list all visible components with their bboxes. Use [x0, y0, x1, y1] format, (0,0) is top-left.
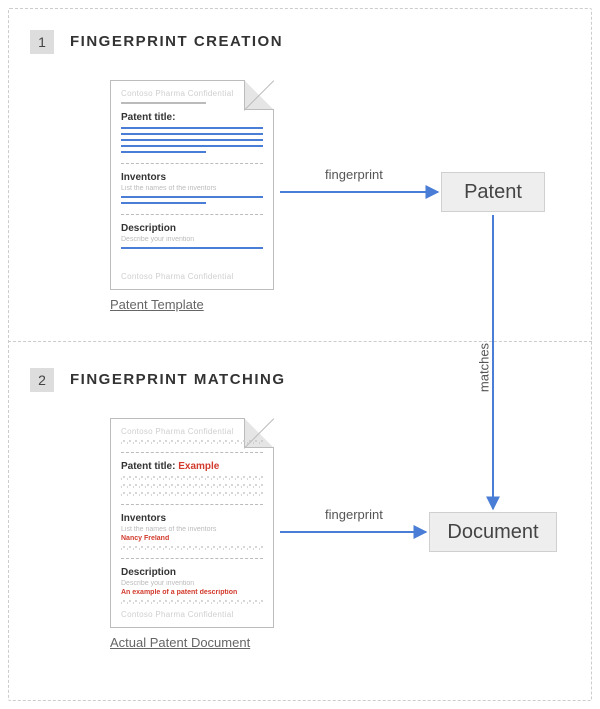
doc-footer: Contoso Pharma Confidential: [121, 610, 234, 619]
doc-title-label-text: Patent title:: [121, 461, 175, 472]
actual-patent-doc: Contoso Pharma Confidential Patent title…: [110, 418, 274, 628]
doc-header: Contoso Pharma Confidential: [121, 427, 263, 436]
arrow-label-fingerprint-2: fingerprint: [325, 507, 383, 522]
doc-footer: Contoso Pharma Confidential: [121, 272, 234, 281]
diagram-frame: [8, 8, 592, 701]
doc-inventors-label: Inventors: [121, 513, 263, 524]
doc-description-sub: Describe your invention: [121, 580, 263, 587]
doc-inventors-label: Inventors: [121, 172, 263, 183]
doc-header: Contoso Pharma Confidential: [121, 89, 263, 98]
arrow-label-matches: matches: [477, 343, 492, 392]
doc-description-label: Description: [121, 567, 263, 578]
doc-title-label: Patent title: Example: [121, 461, 263, 472]
doc-description-label: Description: [121, 223, 263, 234]
doc-description-sub: Describe your invention: [121, 236, 263, 243]
actual-patent-caption: Actual Patent Document: [110, 635, 250, 650]
section-divider: [8, 341, 592, 342]
patent-node: Patent: [441, 172, 545, 212]
doc-description-value: An example of a patent description: [121, 589, 263, 596]
step-1-title: FINGERPRINT CREATION: [70, 33, 283, 50]
doc-title-label: Patent title:: [121, 112, 263, 123]
doc-title-value: Example: [178, 461, 219, 472]
arrow-label-fingerprint-1: fingerprint: [325, 167, 383, 182]
step-1-number: 1: [30, 30, 54, 54]
patent-template-doc: Contoso Pharma Confidential Patent title…: [110, 80, 274, 290]
doc-inventors-sub: List the names of the inventors: [121, 526, 263, 533]
step-2-number: 2: [30, 368, 54, 392]
document-node: Document: [429, 512, 557, 552]
doc-inventors-value: Nancy Freland: [121, 535, 263, 542]
step-2-title: FINGERPRINT MATCHING: [70, 371, 286, 388]
patent-template-caption: Patent Template: [110, 297, 204, 312]
doc-inventors-sub: List the names of the inventors: [121, 185, 263, 192]
